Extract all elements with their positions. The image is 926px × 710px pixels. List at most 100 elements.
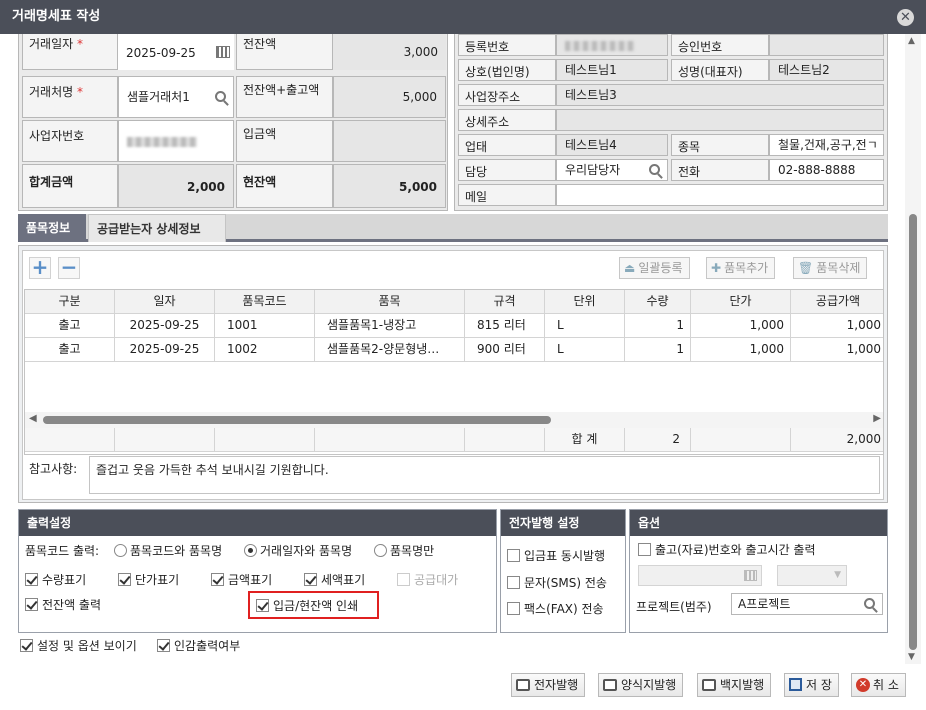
col-spec: 규격 (465, 290, 545, 314)
trade-date-label: 거래일자 * (22, 34, 118, 70)
checkbox-checked-icon[interactable] (157, 639, 170, 652)
cancel-button[interactable]: ✕ 취 소 (851, 673, 906, 697)
add-row-button[interactable]: + (29, 257, 51, 279)
total-row-label: 합 계 (545, 428, 625, 452)
tab-items[interactable]: 품목정보 (18, 214, 86, 242)
print-out-no-checkbox[interactable]: 출고(자료)번호와 출고시간 출력 (638, 541, 816, 558)
remove-row-button[interactable]: − (58, 257, 80, 279)
qty-display-checkbox[interactable]: 수량표기 (25, 571, 86, 588)
checkbox-checked-icon[interactable] (25, 573, 38, 586)
cell-unit[interactable]: L (545, 314, 625, 338)
cell-unit[interactable]: L (545, 338, 625, 362)
amount-display-checkbox[interactable]: 금액표기 (211, 571, 272, 588)
address-label: 사업장주소 (458, 84, 556, 106)
cell-price[interactable]: 1,000 (691, 338, 791, 362)
cell-type[interactable]: 출고 (25, 314, 115, 338)
checkbox-icon[interactable] (507, 549, 520, 562)
search-icon[interactable] (649, 164, 660, 175)
cell-type[interactable]: 출고 (25, 338, 115, 362)
calendar-icon[interactable] (216, 46, 230, 58)
manager-input[interactable]: 우리담당자 (556, 159, 668, 181)
save-button[interactable]: 저 장 (784, 673, 839, 697)
memo-label: 참고사항: (29, 462, 78, 476)
e-issue-button[interactable]: 전자발행 (511, 673, 586, 697)
show-settings-checkbox[interactable]: 설정 및 옵션 보이기 (20, 637, 137, 654)
radio-icon[interactable] (374, 544, 387, 557)
col-price: 단가 (691, 290, 791, 314)
memo-input[interactable]: 즐겁고 웃음 가득한 추석 보내시길 기원합니다. (89, 456, 880, 494)
scroll-thumb[interactable] (909, 214, 917, 650)
bizno-input[interactable] (118, 120, 234, 162)
cell-spec[interactable]: 815 리터 (465, 314, 545, 338)
save-icon (789, 678, 802, 691)
checkbox-icon[interactable] (507, 576, 520, 589)
deposit-balance-print-checkbox[interactable]: 입금/현잔액 인쇄 (256, 597, 358, 614)
partner-input[interactable]: 샘플거래처1 (118, 76, 234, 118)
checkbox-checked-icon[interactable] (25, 598, 38, 611)
scroll-down-icon[interactable]: ▼ (908, 652, 915, 662)
sms-checkbox[interactable]: 문자(SMS) 전송 (507, 574, 607, 591)
concurrent-checkbox[interactable]: 입금표 동시발행 (507, 547, 605, 564)
checkbox-checked-icon[interactable] (304, 573, 317, 586)
cell-amount[interactable]: 1,000 (791, 338, 883, 362)
prev-plus-out-label: 전잔액+출고액 (236, 76, 333, 118)
delete-item-button[interactable]: 🗑 품목삭제 (793, 257, 868, 279)
radio-code-name[interactable]: 품목코드와 품목명 (114, 542, 222, 559)
blank-issue-button[interactable]: 백지발행 (697, 673, 772, 697)
price-display-checkbox[interactable]: 단가표기 (118, 571, 179, 588)
email-input[interactable] (556, 184, 884, 206)
table-row[interactable]: 출고 2025-09-25 1002 샘플품목2-양문형냉… 900 리터 L … (25, 338, 883, 362)
cell-spec[interactable]: 900 리터 (465, 338, 545, 362)
output-settings-title: 출력설정 (19, 510, 496, 536)
cell-code[interactable]: 1002 (215, 338, 315, 362)
checkbox-checked-icon[interactable] (20, 639, 33, 652)
checkbox-checked-icon[interactable] (118, 573, 131, 586)
scroll-right-icon[interactable]: ▶ (873, 413, 881, 424)
tab-receiver-detail[interactable]: 공급받는자 상세정보 (88, 214, 226, 242)
scroll-left-icon[interactable]: ◀ (29, 413, 37, 424)
deposit-value (333, 120, 446, 162)
cell-price[interactable]: 1,000 (691, 314, 791, 338)
cell-code[interactable]: 1001 (215, 314, 315, 338)
search-icon[interactable] (864, 598, 875, 609)
window-title: 거래명세표 작성 (12, 9, 101, 24)
radio-name-only[interactable]: 품목명만 (374, 542, 434, 559)
prev-plus-out-value: 5,000 (333, 76, 446, 118)
phone-input[interactable]: 02-888-8888 (769, 159, 884, 181)
ceo-label: 성명(대표자) (671, 59, 769, 81)
cell-date[interactable]: 2025-09-25 (115, 338, 215, 362)
checkbox-checked-icon[interactable] (256, 599, 269, 612)
cell-qty[interactable]: 1 (625, 338, 691, 362)
checkbox-icon[interactable] (507, 602, 520, 615)
checkbox-icon[interactable] (638, 543, 651, 556)
scroll-thumb[interactable] (43, 416, 551, 424)
bulk-register-button[interactable]: ⏏ 일괄등록 (619, 257, 690, 279)
radio-icon[interactable] (114, 544, 127, 557)
radio-date-name[interactable]: 거래일자와 품목명 (244, 542, 352, 559)
cell-qty[interactable]: 1 (625, 314, 691, 338)
horizontal-scrollbar[interactable]: ◀ ▶ (25, 412, 883, 428)
close-icon[interactable]: ✕ (897, 9, 914, 26)
tax-display-checkbox[interactable]: 세액표기 (304, 571, 365, 588)
trade-form-panel: 거래일자 * 2025-09-25 전잔액 3,000 거래처명 * 샘플거래처… (18, 34, 448, 211)
biz-item-input[interactable]: 철물,건재,공구,전ㄱ (769, 134, 884, 156)
scroll-up-icon[interactable]: ▲ (908, 36, 915, 46)
trade-date-input[interactable]: 2025-09-25 (118, 34, 234, 70)
radio-selected-icon[interactable] (244, 544, 257, 557)
cell-amount[interactable]: 1,000 (791, 314, 883, 338)
project-input[interactable]: A프로젝트 (731, 593, 883, 615)
chevron-down-icon: ▼ (834, 570, 841, 580)
stamp-output-checkbox[interactable]: 인감출력여부 (157, 637, 240, 654)
vertical-scrollbar[interactable]: ▲ ▼ (905, 34, 921, 664)
add-item-button[interactable]: ✚ 품목추가 (706, 257, 776, 279)
checkbox-checked-icon[interactable] (211, 573, 224, 586)
prev-balance-output-checkbox[interactable]: 전잔액 출력 (25, 596, 101, 613)
cell-date[interactable]: 2025-09-25 (115, 314, 215, 338)
fax-checkbox[interactable]: 팩스(FAX) 전송 (507, 600, 604, 617)
cell-item[interactable]: 샘플품목2-양문형냉… (315, 338, 465, 362)
form-issue-button[interactable]: 양식지발행 (598, 673, 684, 697)
cell-item[interactable]: 샘플품목1-냉장고 (315, 314, 465, 338)
supply-price-checkbox: 공급대가 (397, 571, 458, 588)
search-icon[interactable] (215, 91, 226, 102)
table-row[interactable]: 출고 2025-09-25 1001 샘플품목1-냉장고 815 리터 L 1 … (25, 314, 883, 338)
